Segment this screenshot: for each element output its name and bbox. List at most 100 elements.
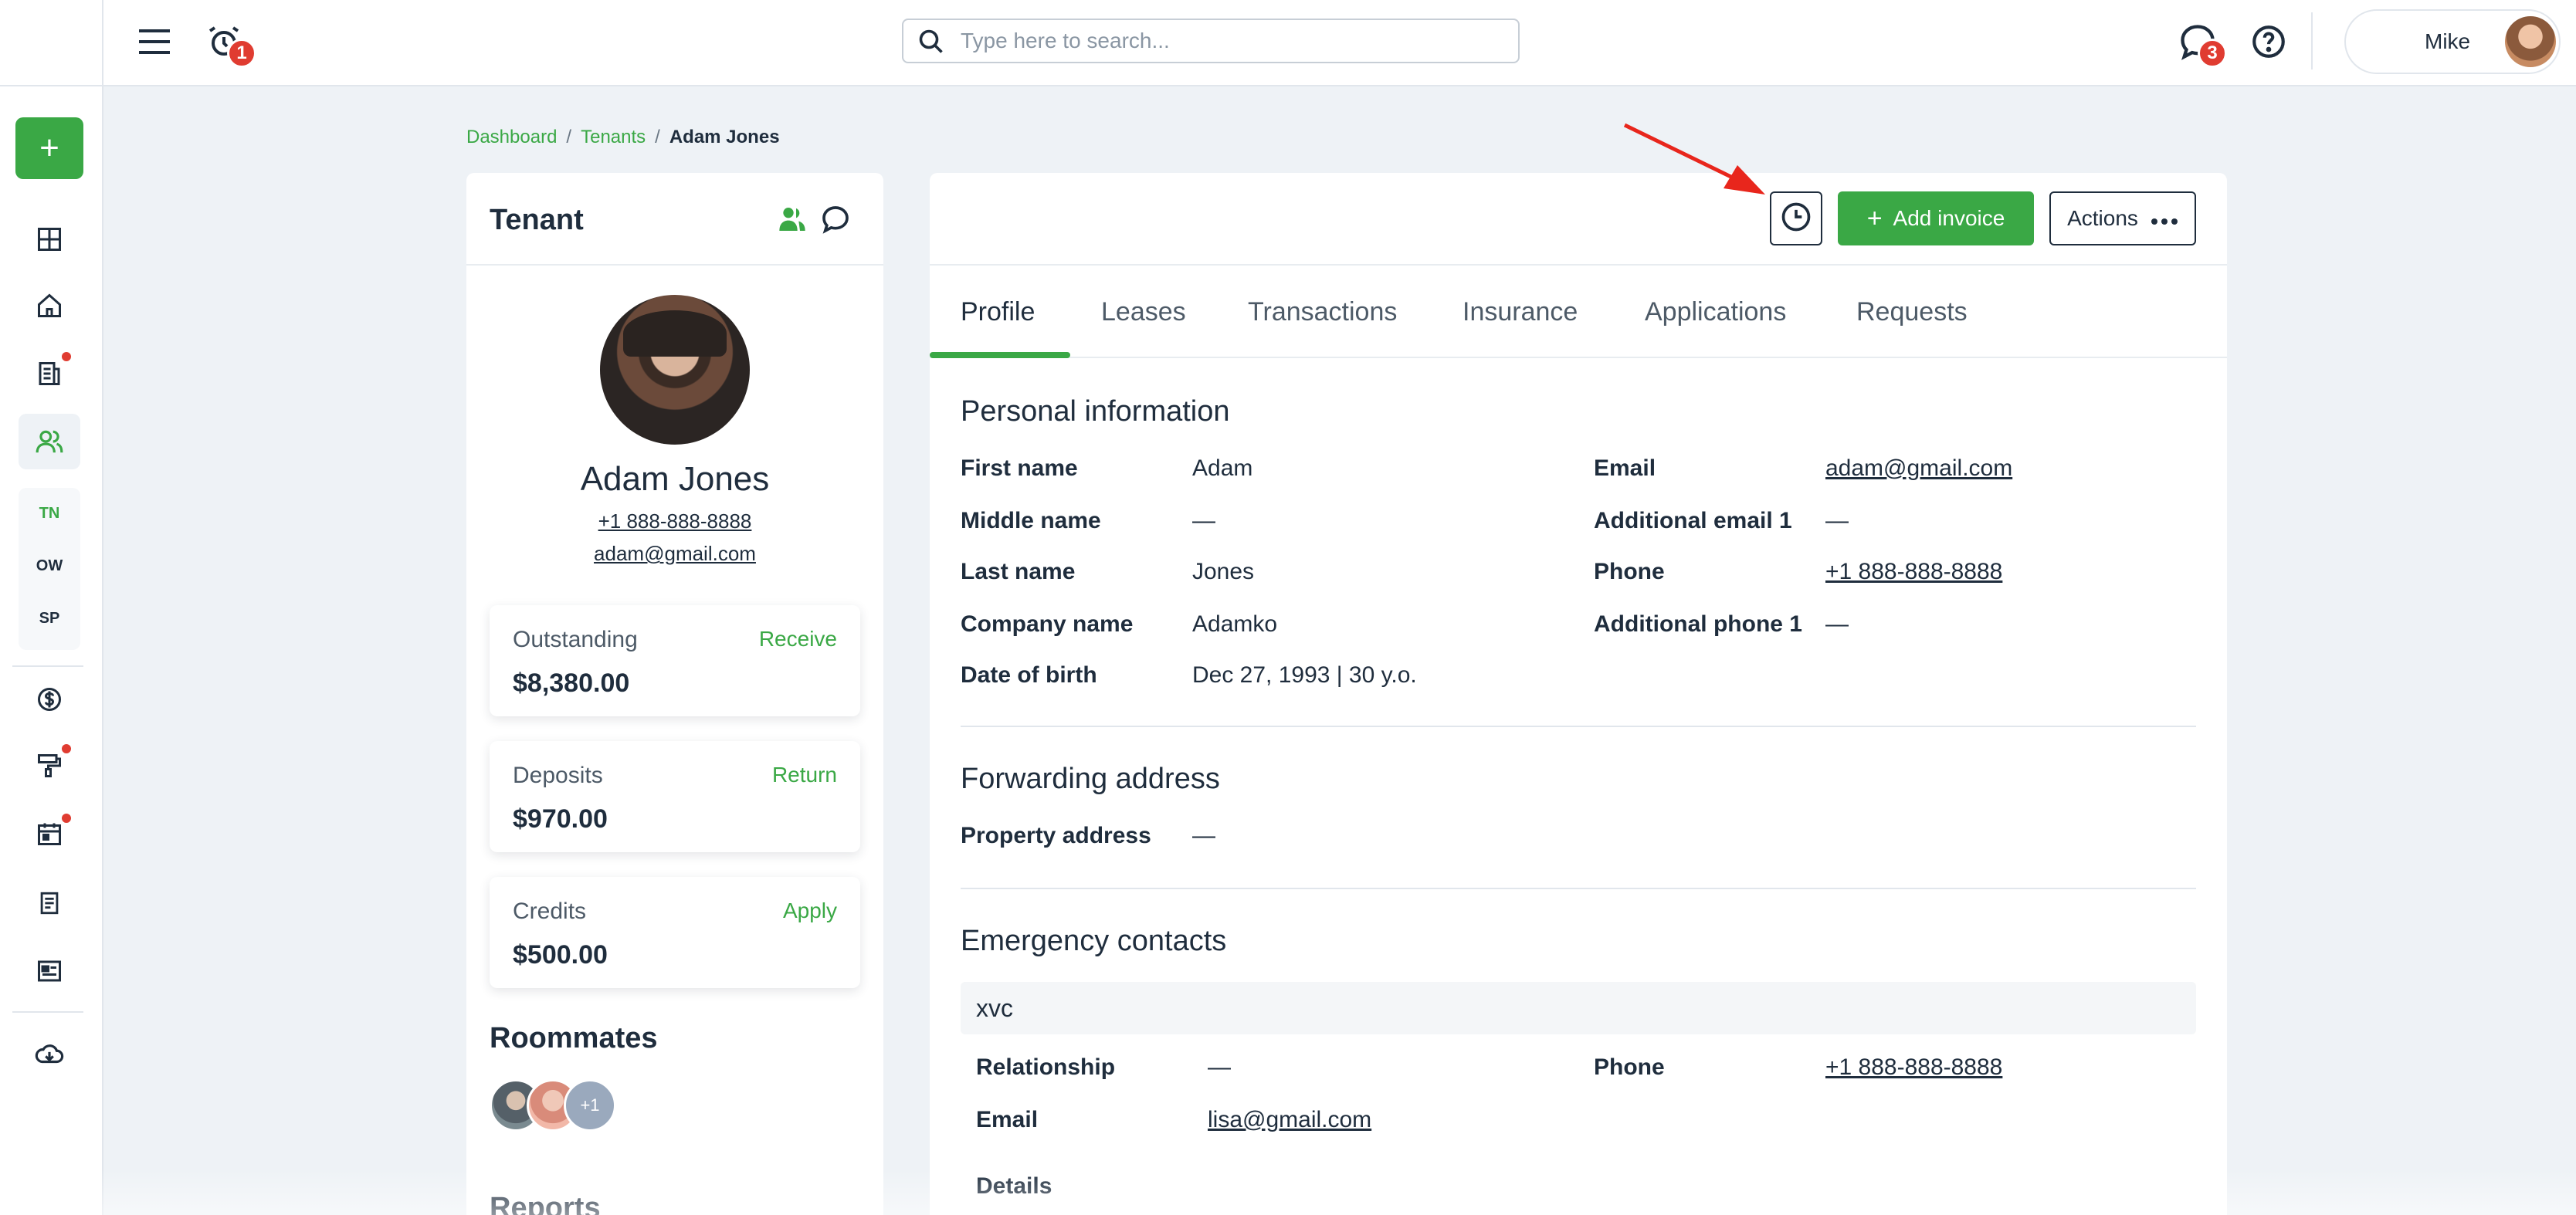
maintenance-alert-dot: [62, 744, 71, 753]
field-label: First name: [961, 455, 1078, 481]
menu-icon[interactable]: [133, 20, 176, 63]
field-label: Details: [976, 1173, 1052, 1199]
dollar-icon[interactable]: [19, 672, 80, 727]
sidebar-item-sp[interactable]: SP: [19, 610, 80, 628]
help-icon[interactable]: [2246, 19, 2292, 65]
return-link[interactable]: Return: [772, 763, 837, 787]
field-label: Date of birth: [961, 662, 1097, 688]
field-value: —: [1825, 508, 1849, 533]
sidebar: + TN OW SP: [0, 0, 103, 1215]
tab-leases[interactable]: Leases: [1101, 266, 1186, 358]
section-divider: [961, 726, 2196, 727]
tab-insurance[interactable]: Insurance: [1463, 266, 1578, 358]
field-label: Email: [1594, 455, 1656, 481]
tab-profile[interactable]: Profile: [961, 266, 1035, 358]
receive-link[interactable]: Receive: [759, 627, 837, 651]
tab-requests[interactable]: Requests: [1856, 266, 1968, 358]
clock-icon: [1779, 200, 1813, 238]
tab-bar: Profile Leases Transactions Insurance Ap…: [930, 266, 2227, 358]
document-icon[interactable]: [19, 875, 80, 931]
field-label: Property address: [961, 823, 1151, 848]
tab-applications[interactable]: Applications: [1645, 266, 1786, 358]
field-label: Middle name: [961, 508, 1101, 533]
add-invoice-label: Add invoice: [1893, 206, 2005, 230]
messages-badge: 3: [2198, 39, 2227, 68]
field-value: Jones: [1192, 559, 1255, 584]
sidebar-header: [0, 0, 103, 86]
actions-button[interactable]: Actions: [2049, 191, 2196, 245]
plus-icon: +: [1866, 204, 1883, 233]
phone-link[interactable]: +1 888-888-8888: [1825, 559, 2002, 585]
notification-badge: 1: [227, 39, 256, 68]
search-icon: [917, 28, 945, 59]
reports-icon[interactable]: [19, 943, 80, 999]
sidebar-item-tn[interactable]: TN: [19, 505, 80, 523]
profile-card-header: + Add invoice Actions: [930, 173, 2227, 266]
tenant-card-title: Tenant: [490, 204, 584, 236]
field-label: Phone: [1594, 559, 1665, 584]
field-value: —: [1825, 611, 1849, 637]
sidebar-divider: [12, 1011, 83, 1013]
breadcrumb: Dashboard / Tenants / Adam Jones: [466, 127, 780, 148]
tenant-portal-icon[interactable]: [774, 201, 811, 238]
tenant-email-link[interactable]: adam@gmail.com: [466, 542, 883, 566]
credits-box: Credits Apply $500.00: [490, 877, 860, 988]
personal-info-title: Personal information: [961, 395, 1230, 428]
calendar-alert-dot: [62, 814, 71, 823]
email-link[interactable]: adam@gmail.com: [1825, 455, 2012, 482]
contact-name: xvc: [976, 994, 1013, 1022]
breadcrumb-separator: /: [566, 127, 572, 147]
field-label: Additional email 1: [1594, 508, 1792, 533]
cloud-download-icon[interactable]: [19, 1027, 80, 1082]
search-bar[interactable]: [902, 19, 1520, 63]
add-invoice-button[interactable]: + Add invoice: [1838, 191, 2034, 245]
stat-value: $8,380.00: [513, 668, 630, 698]
stat-label: Deposits: [513, 763, 603, 788]
history-button[interactable]: [1770, 191, 1822, 245]
add-new-button[interactable]: +: [15, 117, 83, 179]
field-label: Last name: [961, 559, 1076, 584]
field-value: —: [1192, 508, 1215, 533]
tenant-avatar: [600, 295, 750, 445]
calendar-icon[interactable]: [19, 806, 80, 861]
field-label: Email: [976, 1107, 1039, 1132]
contact-phone-link[interactable]: +1 888-888-8888: [1825, 1054, 2002, 1081]
roommates-more[interactable]: +1: [564, 1079, 616, 1132]
home-icon[interactable]: [19, 278, 80, 333]
breadcrumb-current: Adam Jones: [669, 127, 780, 147]
outstanding-box: Outstanding Receive $8,380.00: [490, 605, 860, 716]
contact-header: xvc: [961, 982, 2196, 1034]
leases-icon[interactable]: [19, 346, 80, 401]
field-value: Adam: [1192, 455, 1253, 481]
contact-email-link[interactable]: lisa@gmail.com: [1208, 1107, 1371, 1133]
user-menu[interactable]: Mike: [2344, 9, 2561, 74]
breadcrumb-tenants[interactable]: Tenants: [581, 127, 646, 148]
sidebar-item-ow[interactable]: OW: [19, 557, 80, 575]
tab-transactions[interactable]: Transactions: [1248, 266, 1397, 358]
breadcrumb-dashboard[interactable]: Dashboard: [466, 127, 557, 148]
field-label: Additional phone 1: [1594, 611, 1802, 637]
avatar: [2505, 16, 2556, 67]
profile-card: + Add invoice Actions Profile Leases Tra…: [930, 173, 2227, 1215]
paint-roller-icon[interactable]: [19, 738, 80, 794]
tenant-phone-link[interactable]: +1 888-888-8888: [466, 509, 883, 533]
section-divider: [961, 888, 2196, 889]
people-icon[interactable]: [19, 414, 80, 469]
apply-link[interactable]: Apply: [783, 899, 837, 923]
tenant-card-header: Tenant: [466, 173, 883, 266]
field-value: —: [1208, 1054, 1231, 1080]
field-value: Dec 27, 1993 | 30 y.o.: [1192, 662, 1417, 688]
roommates-title: Roommates: [490, 1022, 658, 1054]
active-tab-indicator: [930, 352, 1070, 358]
search-input[interactable]: [961, 29, 1518, 53]
field-value: —: [1192, 823, 1215, 848]
message-icon[interactable]: [817, 201, 854, 238]
actions-label: Actions: [2067, 206, 2138, 230]
dashboard-icon[interactable]: [19, 212, 80, 267]
breadcrumb-separator: /: [655, 127, 660, 147]
tenant-name: Adam Jones: [580, 460, 770, 498]
stat-label: Credits: [513, 899, 587, 924]
field-value: Adamko: [1192, 611, 1278, 637]
top-bar: 1 3 Mike: [103, 0, 2576, 86]
leases-alert-dot: [62, 352, 71, 361]
